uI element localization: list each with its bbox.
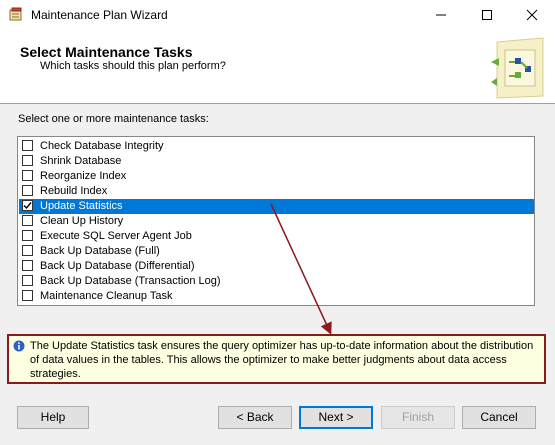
task-item-label: Check Database Integrity <box>40 140 164 152</box>
wizard-header: Select Maintenance Tasks Which tasks sho… <box>0 30 555 104</box>
checkbox[interactable] <box>22 155 33 166</box>
task-list-label: Select one or more maintenance tasks: <box>18 113 209 125</box>
task-item[interactable]: Clean Up History <box>19 214 534 229</box>
checkbox[interactable] <box>22 185 33 196</box>
checkmark-icon <box>23 202 32 210</box>
checkbox[interactable] <box>22 290 33 301</box>
wizard-app-icon <box>9 7 23 21</box>
checkbox[interactable] <box>22 260 33 271</box>
window-title: Maintenance Plan Wizard <box>31 8 168 22</box>
task-description-box: The Update Statistics task ensures the q… <box>7 334 546 384</box>
finish-button: Finish <box>381 406 455 429</box>
task-item-label: Update Statistics <box>40 200 123 212</box>
task-item[interactable]: Back Up Database (Full) <box>19 244 534 259</box>
next-button-label: Next > <box>318 410 354 424</box>
maximize-button[interactable] <box>464 0 510 30</box>
task-item[interactable]: Back Up Database (Differential) <box>19 259 534 274</box>
task-item-label: Back Up Database (Transaction Log) <box>40 275 221 287</box>
task-item-label: Back Up Database (Full) <box>40 245 160 257</box>
task-item[interactable]: Rebuild Index <box>19 184 534 199</box>
task-item[interactable]: Back Up Database (Transaction Log) <box>19 274 534 289</box>
back-button-label: < Back <box>236 410 274 424</box>
page-title: Select Maintenance Tasks <box>20 44 193 60</box>
checkbox[interactable] <box>22 215 33 226</box>
cancel-button[interactable]: Cancel <box>462 406 536 429</box>
task-item[interactable]: Reorganize Index <box>19 169 534 184</box>
task-list[interactable]: Check Database Integrity Shrink Database R… <box>17 136 535 306</box>
maximize-icon <box>482 10 492 20</box>
page-subtitle: Which tasks should this plan perform? <box>40 60 226 72</box>
close-button[interactable] <box>509 0 555 30</box>
checkbox[interactable] <box>22 230 33 241</box>
finish-button-label: Finish <box>401 410 434 424</box>
minimize-button[interactable] <box>418 0 464 30</box>
task-item-label: Reorganize Index <box>40 170 127 182</box>
help-button[interactable]: Help <box>17 406 89 429</box>
info-icon <box>13 340 25 352</box>
title-bar: Maintenance Plan Wizard <box>0 0 555 30</box>
task-item[interactable]: Execute SQL Server Agent Job <box>19 229 534 244</box>
minimize-icon <box>436 14 446 16</box>
task-item[interactable]: Check Database Integrity <box>19 139 534 154</box>
task-item[interactable]: Maintenance Cleanup Task <box>19 289 534 304</box>
task-item-label: Execute SQL Server Agent Job <box>40 230 192 242</box>
task-item-label: Shrink Database <box>40 155 122 167</box>
checkbox[interactable] <box>22 245 33 256</box>
cancel-button-label: Cancel <box>480 410 518 424</box>
help-button-label: Help <box>40 410 66 424</box>
next-button[interactable]: Next > <box>299 406 373 429</box>
checkbox[interactable] <box>22 275 33 286</box>
close-icon <box>526 9 538 21</box>
task-item-label: Rebuild Index <box>40 185 108 197</box>
task-item[interactable]: Update Statistics <box>19 199 534 214</box>
task-item-label: Back Up Database (Differential) <box>40 260 195 272</box>
task-item[interactable]: Shrink Database <box>19 154 534 169</box>
wizard-banner-graphic <box>485 36 547 100</box>
checkbox[interactable] <box>22 170 33 181</box>
checkbox[interactable] <box>22 140 33 151</box>
task-description-text: The Update Statistics task ensures the q… <box>30 340 534 380</box>
back-button[interactable]: < Back <box>218 406 292 429</box>
checkbox-checked[interactable] <box>22 200 33 211</box>
task-item-label: Maintenance Cleanup Task <box>40 290 173 302</box>
task-item-label: Clean Up History <box>40 215 124 227</box>
